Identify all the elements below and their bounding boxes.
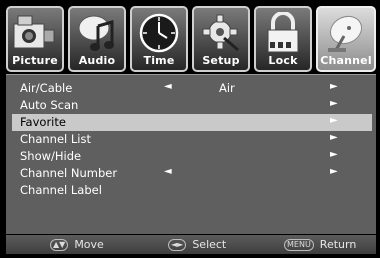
menu-button-icon: MENU (284, 238, 314, 251)
clock-icon (139, 13, 179, 53)
tab-label: Channel (320, 54, 372, 67)
menu-tab-bar: Picture Audio Time Setup Lock Channel (6, 6, 376, 72)
tab-lock[interactable]: Lock (254, 6, 312, 72)
left-right-arrows-icon: ◄► (168, 238, 187, 251)
tab-label: Setup (202, 54, 240, 67)
menu-item-label: Channel Label (20, 183, 102, 197)
hint-select: ◄► Select (168, 238, 226, 251)
menu-item-label: Channel List (20, 132, 91, 146)
menu-panel: Air/Cable ◄ Air ► Auto Scan ► Favorite ►… (6, 74, 376, 234)
right-arrow-icon[interactable]: ► (330, 132, 338, 143)
camera-icon (13, 15, 55, 49)
hint-bar: ▲▼ Move ◄► Select MENU Return (6, 235, 376, 254)
hint-move: ▲▼ Move (50, 238, 104, 251)
tab-channel[interactable]: Channel (316, 6, 376, 72)
menu-item-label: Auto Scan (20, 98, 79, 112)
tab-label: Time (143, 54, 175, 67)
menu-item-value: Air (219, 81, 235, 95)
menu-item-favorite[interactable]: Favorite ► (12, 114, 372, 131)
tab-setup[interactable]: Setup (192, 6, 250, 72)
gear-icon (202, 14, 239, 52)
left-arrow-icon[interactable]: ◄ (164, 81, 172, 92)
tab-label: Picture (12, 54, 58, 67)
menu-item-label: Show/Hide (20, 149, 82, 163)
right-arrow-icon[interactable]: ► (330, 81, 338, 92)
hint-return: MENU Return (284, 238, 356, 251)
tab-time[interactable]: Time (130, 6, 188, 72)
hint-move-label: Move (74, 238, 104, 251)
menu-item-channel-number[interactable]: Channel Number ◄ ► (12, 165, 372, 182)
right-arrow-icon[interactable]: ► (330, 115, 338, 126)
tab-picture[interactable]: Picture (6, 6, 64, 72)
menu-item-label: Air/Cable (20, 81, 73, 95)
hint-select-label: Select (192, 238, 227, 251)
right-arrow-icon[interactable]: ► (330, 149, 338, 160)
up-down-arrows-icon: ▲▼ (50, 238, 69, 251)
satellite-dish-icon (328, 15, 363, 52)
menu-item-auto-scan[interactable]: Auto Scan ► (12, 97, 372, 114)
hint-return-label: Return (319, 238, 357, 251)
right-arrow-icon[interactable]: ► (330, 98, 338, 109)
menu-item-channel-label[interactable]: Channel Label (12, 182, 372, 199)
left-arrow-icon[interactable]: ◄ (164, 166, 172, 177)
menu-item-channel-list[interactable]: Channel List ► (12, 131, 372, 148)
menu-item-label: Favorite (20, 115, 66, 129)
menu-item-air-cable[interactable]: Air/Cable ◄ Air ► (12, 80, 372, 97)
music-note-icon (78, 15, 114, 51)
menu-item-show-hide[interactable]: Show/Hide ► (12, 148, 372, 165)
menu-item-label: Channel Number (20, 166, 118, 180)
padlock-icon (267, 12, 299, 53)
tv-osd-menu: Picture Audio Time Setup Lock Channel Ai… (0, 0, 380, 258)
right-arrow-icon[interactable]: ► (330, 166, 338, 177)
tab-audio[interactable]: Audio (68, 6, 126, 72)
tab-label: Audio (78, 54, 116, 67)
tab-label: Lock (268, 54, 298, 67)
